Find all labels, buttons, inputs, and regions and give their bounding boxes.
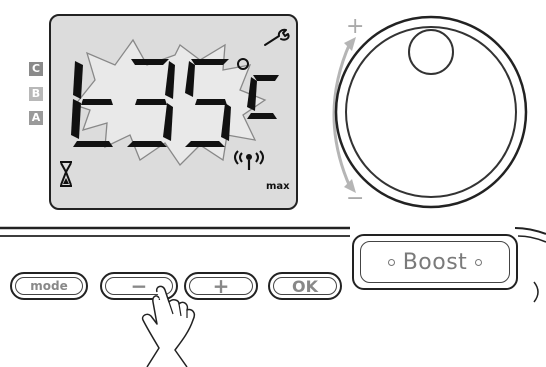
rotary-dial[interactable] bbox=[333, 14, 529, 210]
ok-button[interactable]: OK bbox=[268, 272, 342, 300]
seven-segment-readout bbox=[71, 58, 279, 147]
mode-b-label: B bbox=[31, 87, 41, 100]
mode-button-label: mode bbox=[15, 277, 83, 295]
digit-5-glyph bbox=[185, 59, 231, 147]
boost-right-dot bbox=[475, 258, 483, 266]
level-max-label: max bbox=[266, 181, 290, 192]
mode-a-indicator: A bbox=[29, 111, 43, 125]
hourglass-icon bbox=[60, 161, 72, 187]
unit-c-glyph bbox=[247, 75, 279, 119]
panel-curve-mark bbox=[533, 281, 539, 303]
ok-button-label: OK bbox=[273, 277, 337, 296]
digit-3-glyph bbox=[127, 59, 175, 147]
degree-symbol bbox=[237, 58, 249, 70]
wireless-signal-icon bbox=[234, 150, 264, 170]
pressing-hand-icon bbox=[141, 285, 196, 367]
mode-c-indicator: C bbox=[29, 62, 43, 76]
dial-indicator-dot bbox=[408, 29, 454, 75]
mode-a-label: A bbox=[31, 111, 41, 124]
mode-button[interactable]: mode bbox=[10, 272, 88, 300]
boost-button[interactable]: Boost bbox=[360, 241, 510, 283]
mode-c-label: C bbox=[31, 62, 41, 75]
digit-t-glyph bbox=[71, 61, 113, 147]
mode-b-indicator: B bbox=[29, 87, 43, 101]
wrench-icon bbox=[264, 28, 290, 46]
boost-left-dot bbox=[387, 258, 395, 266]
boost-label: Boost bbox=[402, 249, 468, 275]
